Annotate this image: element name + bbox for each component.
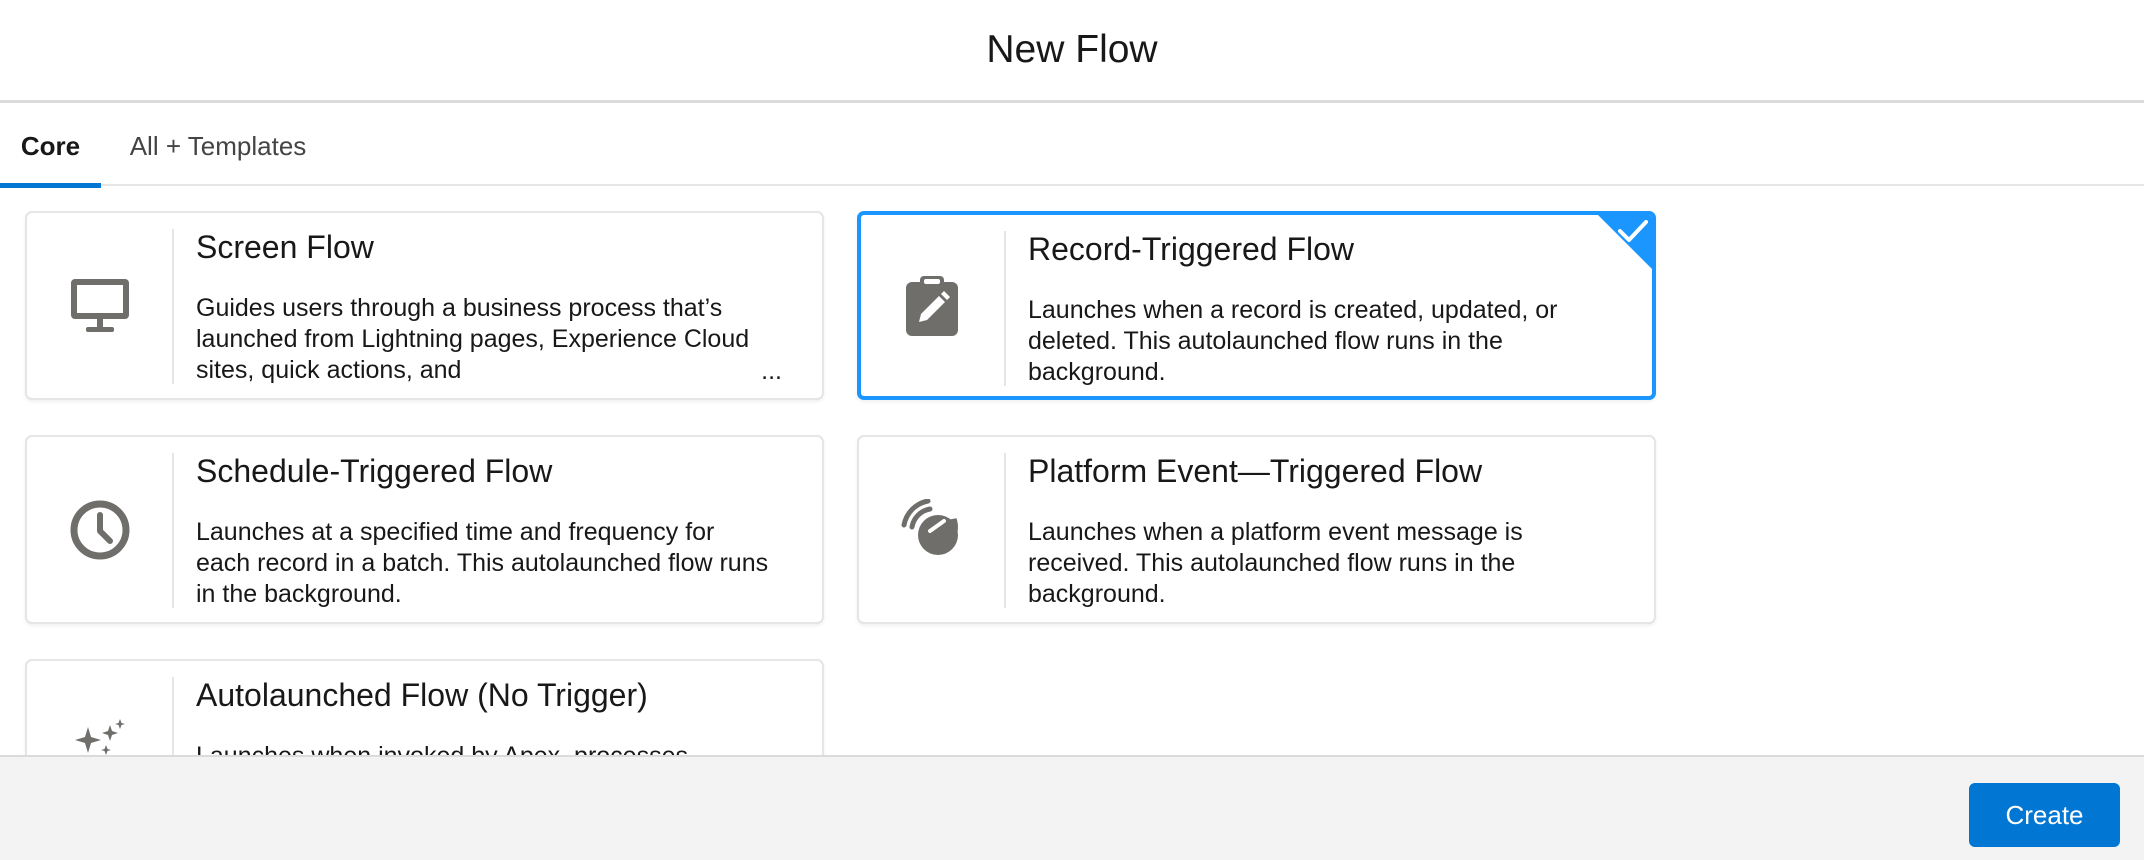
more-ellipsis: ... [753, 357, 782, 386]
tab-bar: Core All + Templates [0, 106, 2144, 188]
card-title: Platform Event—Triggered Flow [1028, 453, 1483, 489]
card-title: Autolaunched Flow (No Trigger) [196, 677, 648, 713]
card-description: Guides users through a business process … [196, 294, 750, 384]
card-description: Launches when a record is created, updat… [1028, 296, 1558, 386]
card-divider [172, 677, 174, 755]
tab-all-templates[interactable]: All + Templates [125, 106, 311, 186]
card-title: Screen Flow [196, 229, 374, 265]
card-description: Launches when invoked by Apex, processes [196, 741, 771, 755]
card-divider [1004, 453, 1006, 608]
card-description: Launches at a specified time and frequen… [196, 518, 769, 608]
card-divider [1004, 231, 1006, 386]
check-icon [1618, 220, 1648, 242]
flow-card-screen-flow[interactable]: Screen Flow Guides users through a busin… [25, 211, 824, 400]
flow-card-platform-event-triggered-flow[interactable]: Platform Event—Triggered Flow Launches w… [857, 435, 1656, 624]
flow-card-autolaunched-flow[interactable]: Autolaunched Flow (No Trigger) Launches … [25, 659, 824, 755]
modal-header: New Flow [0, 0, 2144, 103]
desktop-icon [27, 213, 172, 398]
card-description: Launches when a platform event message i… [1028, 518, 1523, 608]
card-divider [172, 453, 174, 608]
flow-type-list[interactable]: Screen Flow Guides users through a busin… [0, 188, 2144, 755]
tab-core[interactable]: Core [0, 106, 101, 188]
clock-icon [27, 437, 172, 622]
page-title: New Flow [986, 28, 1158, 71]
create-button[interactable]: Create [1969, 783, 2120, 847]
sparkles-icon [27, 661, 172, 755]
modal-footer: Create [0, 755, 2144, 860]
card-title: Schedule-Triggered Flow [196, 453, 553, 489]
flow-card-record-triggered-flow[interactable]: Record-Triggered Flow Launches when a re… [857, 211, 1656, 400]
card-title: Record-Triggered Flow [1028, 231, 1355, 267]
flow-card-schedule-triggered-flow[interactable]: Schedule-Triggered Flow Launches at a sp… [25, 435, 824, 624]
clipboard-edit-icon [861, 215, 1004, 396]
card-divider [172, 229, 174, 384]
broadcast-icon [859, 437, 1004, 622]
